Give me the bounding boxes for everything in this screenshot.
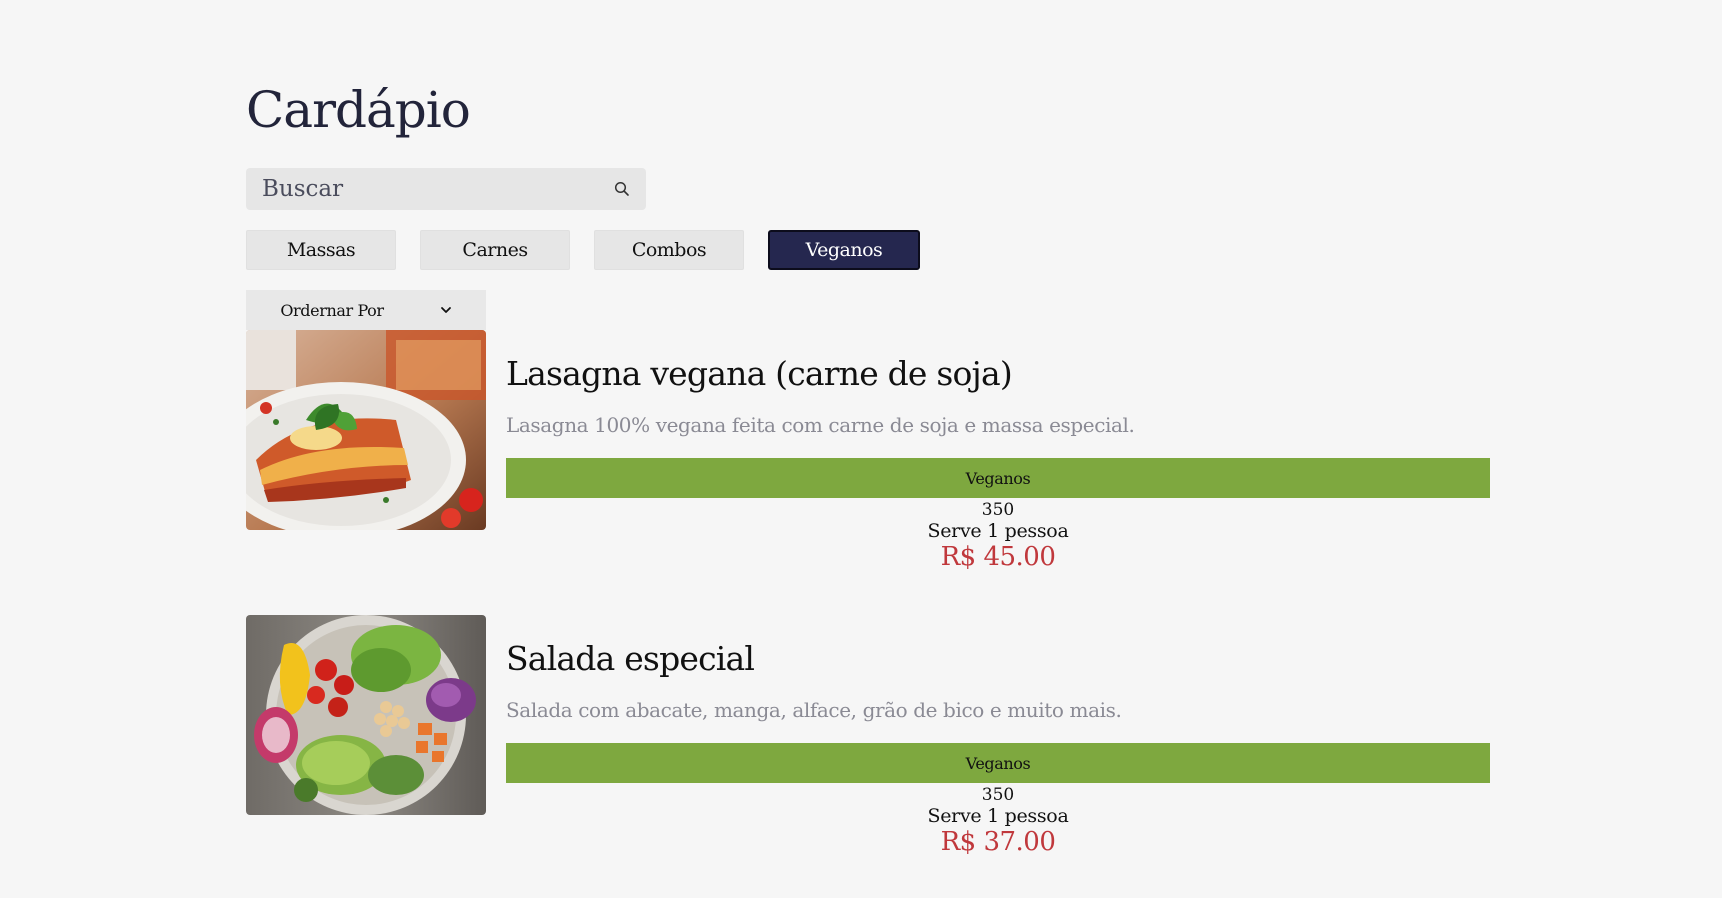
lasagna-photo[interactable] <box>246 330 486 530</box>
item-price: R$ 37.00 <box>940 827 1056 857</box>
menu-item: Lasagna vegana (carne de soja) Lasagna 1… <box>246 330 1491 572</box>
item-name[interactable]: Salada especial <box>506 639 755 678</box>
sort-dropdown[interactable]: Ordernar Por <box>246 290 486 330</box>
sort-label: Ordernar Por <box>280 300 384 320</box>
item-description: Lasagna 100% vegana feita com carne de s… <box>506 413 1135 437</box>
item-category-tag: Veganos <box>506 458 1490 498</box>
item-serves: Serve 1 pessoa <box>927 805 1069 827</box>
item-name[interactable]: Lasagna vegana (carne de soja) <box>506 354 1013 393</box>
category-button-veganos[interactable]: Veganos <box>768 230 920 270</box>
item-description: Salada com abacate, manga, alface, grão … <box>506 698 1122 722</box>
category-button-combos[interactable]: Combos <box>594 230 744 270</box>
page-title: Cardápio <box>246 81 471 139</box>
search-bar <box>246 168 646 210</box>
item-category-tag: Veganos <box>506 743 1490 783</box>
search-input[interactable] <box>262 176 582 202</box>
item-weight: 350 <box>981 785 1015 805</box>
salad-bowl-photo[interactable] <box>246 615 486 815</box>
category-button-carnes[interactable]: Carnes <box>420 230 570 270</box>
item-price: R$ 45.00 <box>940 542 1056 572</box>
category-filters: Massas Carnes Combos Veganos <box>246 230 1491 270</box>
search-icon[interactable] <box>614 181 630 197</box>
page: Cardápio Massas Carnes Combos Veganos Or… <box>0 0 1722 898</box>
item-weight: 350 <box>981 500 1015 520</box>
menu-section: Cardápio Massas Carnes Combos Veganos Or… <box>246 78 1491 857</box>
chevron-down-icon <box>440 304 452 316</box>
item-meta: 350 Serve 1 pessoa R$ 37.00 <box>506 785 1490 857</box>
item-meta: 350 Serve 1 pessoa R$ 45.00 <box>506 500 1490 572</box>
category-button-massas[interactable]: Massas <box>246 230 396 270</box>
menu-item: Salada especial Salada com abacate, mang… <box>246 615 1491 857</box>
item-serves: Serve 1 pessoa <box>927 520 1069 542</box>
